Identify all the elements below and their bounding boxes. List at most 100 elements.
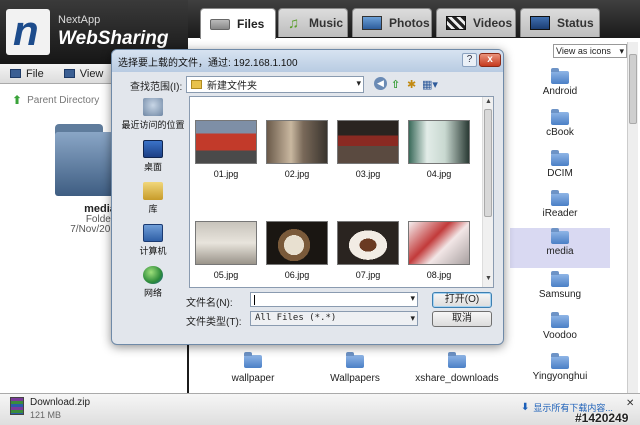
photo-thumbnail — [337, 120, 399, 164]
download-item[interactable]: Download.zip 121 MB — [10, 397, 90, 420]
photo-thumbnail — [195, 221, 257, 265]
folder-icon — [551, 228, 569, 244]
drive-icon — [210, 18, 230, 30]
file-thumbnail[interactable]: 04.jpg — [406, 120, 472, 179]
tab-photos[interactable]: Photos — [352, 8, 432, 37]
folder-icon — [346, 352, 364, 368]
tab-bar: Files ♫ Music Photos Videos Status — [188, 0, 640, 39]
zip-archive-icon — [10, 397, 24, 415]
folder-item[interactable]: Android — [510, 68, 610, 108]
main-scrollbar[interactable] — [627, 42, 638, 394]
file-thumbnail[interactable]: 02.jpg — [264, 120, 330, 179]
scroll-up-icon: ▲ — [485, 98, 492, 105]
close-icon[interactable]: ✕ — [626, 398, 634, 409]
library-icon — [143, 182, 163, 200]
photo-thumbnail — [337, 221, 399, 265]
filename-label: 文件名(N): — [186, 298, 233, 309]
menu-file[interactable]: File — [0, 68, 54, 80]
folder-icon — [551, 150, 569, 166]
parent-directory-link[interactable]: ⬆ Parent Directory — [12, 93, 99, 107]
file-thumbnail[interactable]: 01.jpg — [193, 120, 259, 179]
network-icon — [143, 266, 163, 284]
chevron-down-icon: ▾ — [410, 293, 415, 303]
folder-icon — [244, 352, 262, 368]
folder-icon — [551, 312, 569, 328]
file-thumbnail[interactable]: 03.jpg — [335, 120, 401, 179]
filename-input[interactable]: ▾ — [250, 292, 418, 307]
place-computer[interactable]: 计算机 — [120, 224, 186, 264]
cancel-button[interactable]: 取消 — [432, 311, 492, 327]
logo-small-text: NextApp — [58, 14, 101, 26]
file-menu-icon — [10, 69, 21, 78]
look-in-label: 查找范围(I): — [130, 82, 183, 93]
place-desktop[interactable]: 桌面 — [120, 140, 186, 180]
download-bar: Download.zip 121 MB ⬇ 显示所有下载内容... ✕ — [0, 393, 640, 425]
folder-item[interactable]: xshare_downloads — [402, 352, 512, 384]
music-note-icon: ♫ — [288, 14, 300, 32]
up-folder-icon[interactable]: ⇧ — [391, 77, 400, 92]
folder-item[interactable]: wallpaper — [198, 352, 308, 384]
chevron-down-icon: ▾ — [410, 313, 415, 323]
view-mode-select[interactable]: View as icons — [553, 44, 627, 58]
folder-icon — [551, 68, 569, 84]
logo-mark-icon: n — [6, 9, 50, 55]
folder-icon — [191, 80, 202, 89]
download-arrow-icon: ⬇ — [521, 402, 530, 413]
clapperboard-icon — [446, 16, 466, 30]
menu-view[interactable]: View — [54, 68, 114, 80]
open-button[interactable]: 打开(O) — [432, 292, 492, 308]
watermark: #1420249 — [575, 411, 629, 425]
photo-thumbnail — [408, 221, 470, 265]
tab-videos[interactable]: Videos — [436, 8, 516, 37]
dialog-title: 选择要上载的文件，通过: 192.168.1.100 — [112, 50, 503, 72]
help-button[interactable]: ? — [462, 53, 477, 67]
folder-item[interactable]: iReader — [510, 190, 610, 230]
folder-item[interactable]: cBook — [510, 109, 610, 149]
file-list: 01.jpg 02.jpg 03.jpg 04.jpg 05.jpg 06.jp… — [189, 96, 494, 288]
monitor-icon — [530, 16, 550, 30]
photo-thumbnail — [266, 221, 328, 265]
tab-music[interactable]: ♫ Music — [278, 8, 348, 37]
folder-icon — [551, 109, 569, 125]
up-arrow-icon: ⬆ — [12, 93, 23, 107]
view-menu-icon[interactable]: ▦▾ — [422, 77, 438, 92]
folder-icon — [551, 190, 569, 206]
place-recent[interactable]: 最近访问的位置 — [120, 98, 186, 138]
photo-icon — [362, 16, 382, 30]
look-in-select[interactable]: 新建文件夹 ▾ — [186, 76, 364, 93]
tab-files[interactable]: Files — [200, 8, 276, 39]
computer-icon — [143, 224, 163, 242]
new-folder-icon[interactable]: ✱ — [407, 77, 416, 92]
place-library[interactable]: 库 — [120, 182, 186, 222]
places-bar: 最近访问的位置 桌面 库 计算机 网络 — [120, 96, 186, 298]
place-network[interactable]: 网络 — [120, 266, 186, 306]
folder-item-selected[interactable]: media — [510, 228, 610, 268]
file-thumbnail[interactable]: 05.jpg — [193, 221, 259, 280]
chevron-down-icon: ▾ — [356, 78, 361, 88]
folder-item[interactable]: Samsung — [510, 271, 610, 311]
photo-thumbnail — [408, 120, 470, 164]
file-list-scrollbar[interactable]: ▲ ▼ — [482, 97, 493, 287]
file-upload-dialog: 选择要上载的文件，通过: 192.168.1.100 ? x 查找范围(I): … — [111, 49, 504, 345]
folder-item[interactable]: Voodoo — [510, 312, 610, 352]
filetype-select[interactable]: All Files (*.*) ▾ — [250, 311, 418, 326]
file-thumbnail[interactable]: 06.jpg — [264, 221, 330, 280]
folder-icon — [448, 352, 466, 368]
recent-places-icon — [143, 98, 163, 116]
dialog-close-button[interactable]: x — [479, 53, 501, 67]
view-menu-icon — [63, 69, 75, 78]
tab-status[interactable]: Status — [520, 8, 600, 37]
photo-thumbnail — [266, 120, 328, 164]
desktop-icon — [143, 140, 163, 158]
folder-item[interactable]: Yingyonghui — [510, 353, 610, 393]
folder-icon — [551, 271, 569, 287]
file-thumbnail[interactable]: 07.jpg — [335, 221, 401, 280]
scroll-down-icon: ▼ — [485, 275, 492, 282]
folder-item[interactable]: DCIM — [510, 150, 610, 190]
file-thumbnail[interactable]: 08.jpg — [406, 221, 472, 280]
photo-thumbnail — [195, 120, 257, 164]
folder-icon — [551, 353, 569, 369]
logo-title: WebSharing — [58, 28, 169, 49]
folder-item[interactable]: Wallpapers — [300, 352, 410, 384]
back-icon[interactable]: ◀ — [374, 77, 387, 90]
